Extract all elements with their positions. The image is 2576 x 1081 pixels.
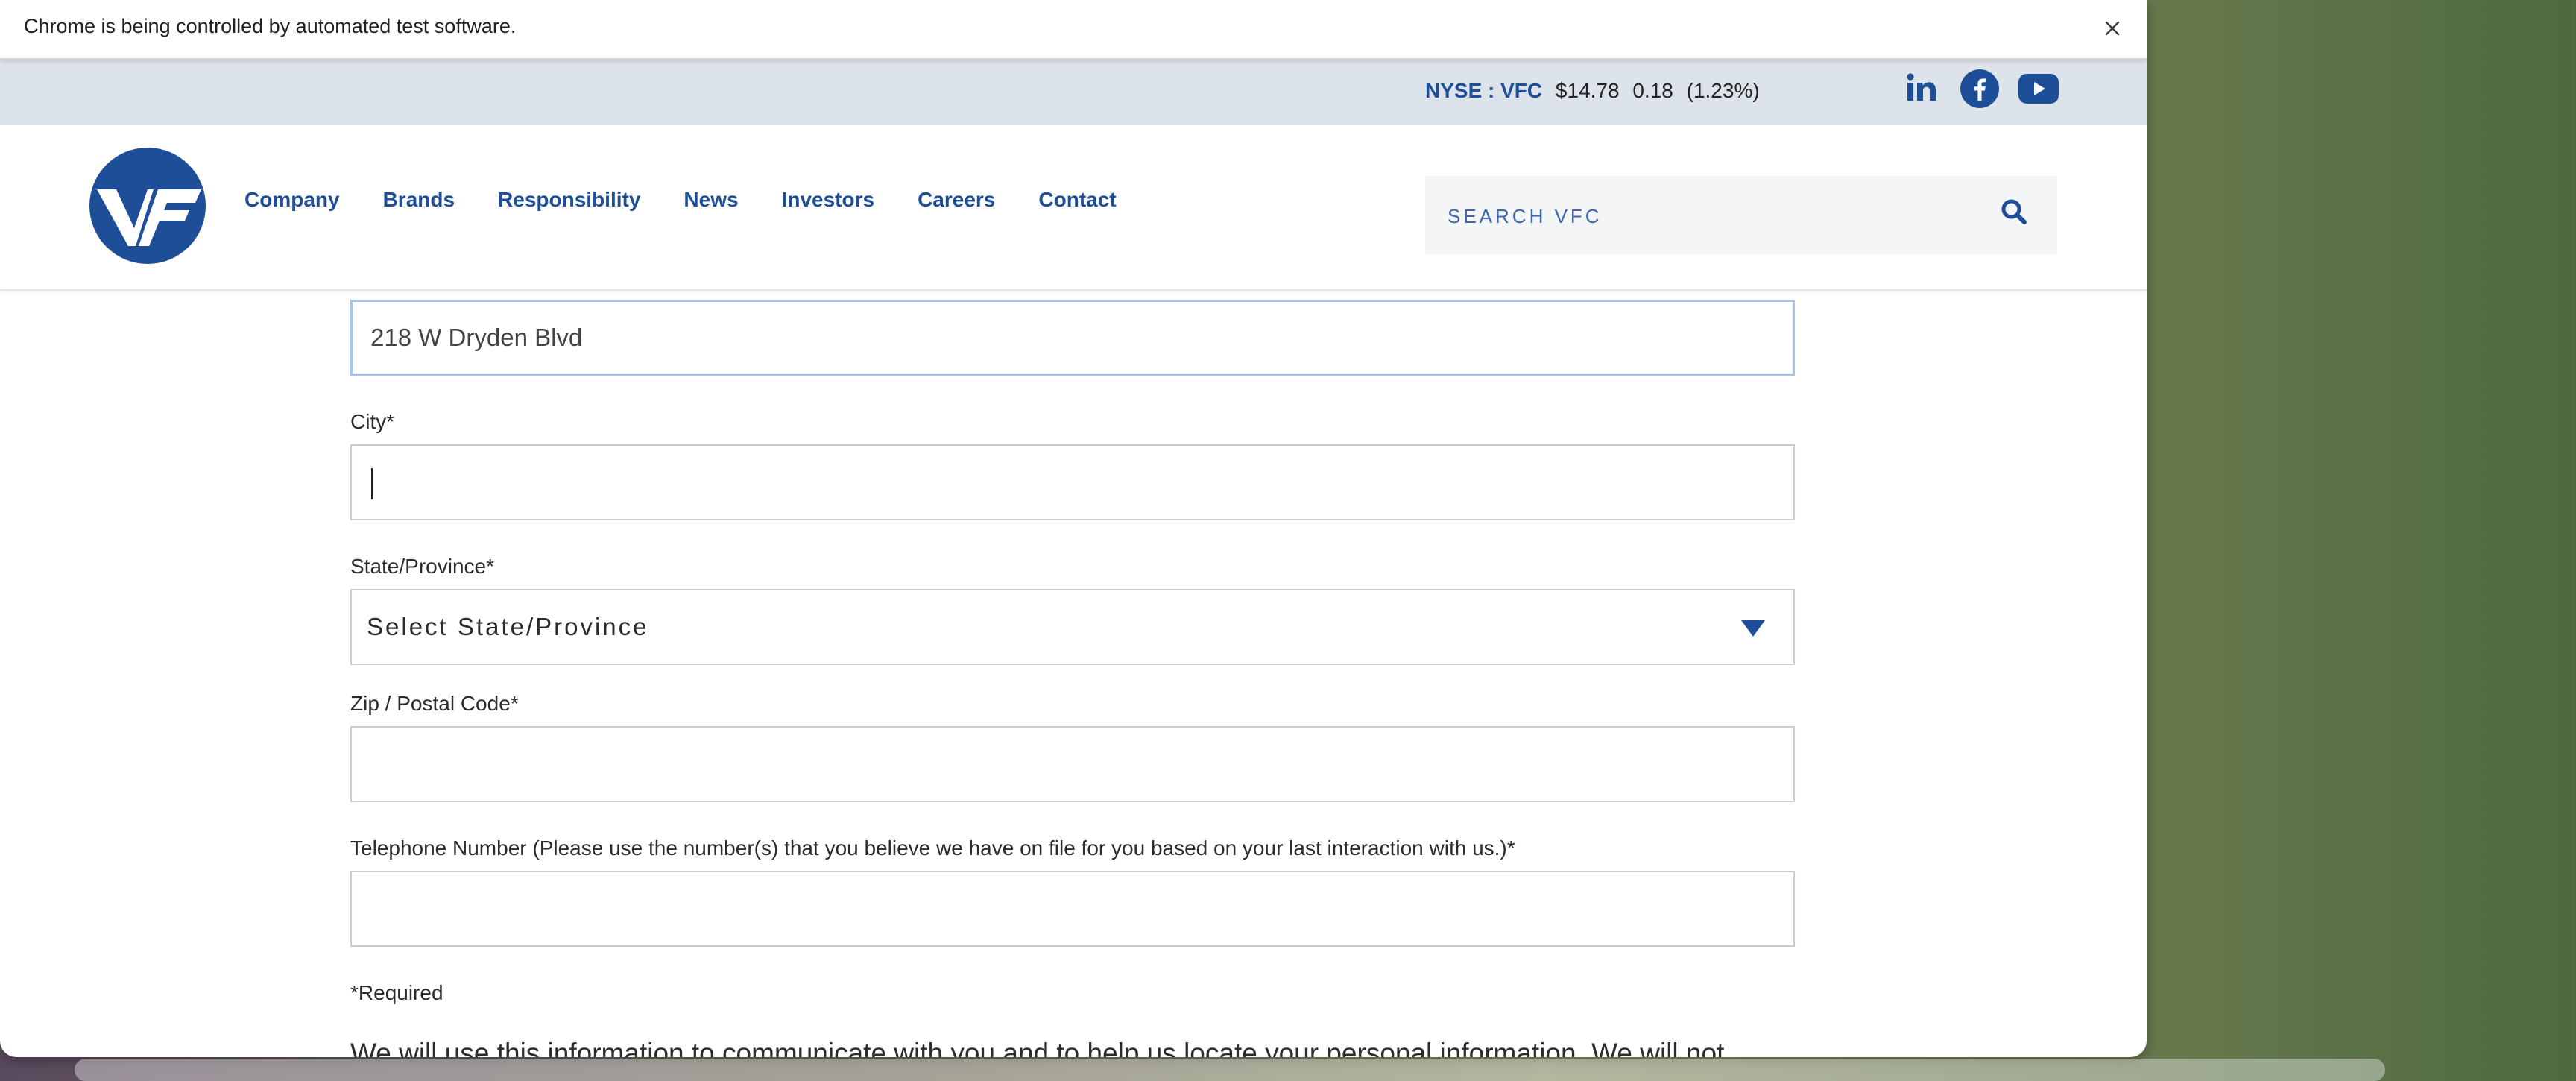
required-note: *Required xyxy=(350,981,443,1004)
nav-responsibility[interactable]: Responsibility xyxy=(498,188,640,212)
text-caret xyxy=(371,468,373,499)
search-input[interactable] xyxy=(1446,176,1971,256)
browser-window: Chrome is being controlled by automated … xyxy=(0,0,2147,1057)
state-select-value: Select State/Province xyxy=(367,613,649,640)
search-button[interactable] xyxy=(2001,198,2027,229)
stock-bar: NYSE : VFC $14.78 0.18 (1.23%) xyxy=(0,60,2147,125)
search-box xyxy=(1425,176,2057,256)
phone-field[interactable] xyxy=(350,871,1795,947)
zip-field[interactable] xyxy=(350,726,1795,802)
infobar-message: Chrome is being controlled by automated … xyxy=(24,15,517,37)
nav-careers[interactable]: Careers xyxy=(918,188,995,212)
nav-investors[interactable]: Investors xyxy=(782,188,875,212)
stock-percent: (1.23%) xyxy=(1686,79,1760,102)
linkedin-icon xyxy=(1907,73,1936,101)
nav-brands[interactable]: Brands xyxy=(383,188,455,212)
linkedin-link[interactable] xyxy=(1905,72,1938,108)
search-icon xyxy=(2001,199,2027,224)
close-icon xyxy=(2105,21,2120,36)
city-input[interactable] xyxy=(352,446,1793,519)
stock-price: $14.78 xyxy=(1555,79,1620,102)
state-select[interactable]: Select State/Province xyxy=(350,589,1795,665)
phone-label: Telephone Number (Please use the number(… xyxy=(350,836,1515,860)
address-input[interactable] xyxy=(353,302,1793,374)
stock-ticker[interactable]: NYSE : VFC $14.78 0.18 (1.23%) xyxy=(1425,79,1767,103)
main-nav: Company Brands Responsibility News Inves… xyxy=(244,188,1160,212)
city-label: City* xyxy=(350,410,395,433)
youtube-icon xyxy=(2018,74,2059,104)
zip-label: Zip / Postal Code* xyxy=(350,692,519,715)
nav-company[interactable]: Company xyxy=(244,188,340,212)
city-field[interactable] xyxy=(350,444,1795,520)
nav-news[interactable]: News xyxy=(684,188,738,212)
state-label: State/Province* xyxy=(350,555,494,578)
site-header: Company Brands Responsibility News Inves… xyxy=(0,125,2147,291)
desktop-dock-strip xyxy=(75,1059,2385,1081)
phone-input[interactable] xyxy=(352,872,1793,945)
facebook-link[interactable] xyxy=(1960,69,1999,112)
nav-contact[interactable]: Contact xyxy=(1038,188,1116,212)
address-field[interactable] xyxy=(350,300,1795,376)
vf-logo xyxy=(89,148,206,264)
automation-infobar: Chrome is being controlled by automated … xyxy=(0,0,2147,60)
vf-logo-link[interactable] xyxy=(89,148,206,264)
stock-symbol: NYSE : VFC xyxy=(1425,79,1543,102)
facebook-icon xyxy=(1960,69,1999,108)
youtube-link[interactable] xyxy=(2018,74,2059,107)
privacy-text: We will use this information to communic… xyxy=(350,1038,1725,1057)
infobar-close-button[interactable] xyxy=(2093,9,2132,48)
chevron-down-icon xyxy=(1741,620,1765,637)
zip-input[interactable] xyxy=(352,728,1793,801)
stock-change: 0.18 xyxy=(1632,79,1673,102)
